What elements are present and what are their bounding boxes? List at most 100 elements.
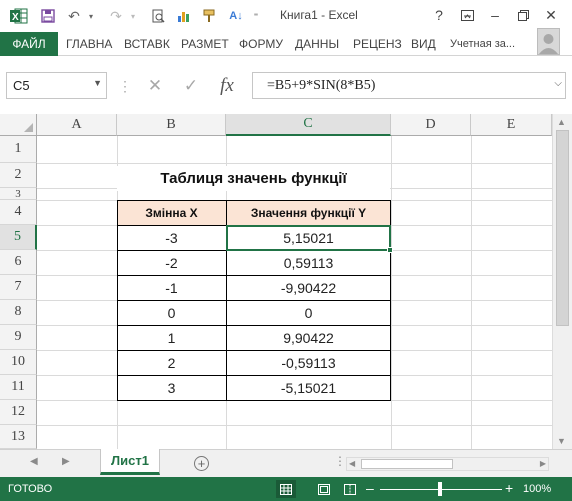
scroll-left-icon[interactable]: ◀ [349,459,355,468]
normal-view-icon[interactable] [276,480,296,498]
cell-b8[interactable]: 0 [117,300,226,325]
row-header-8[interactable]: 8 [0,300,37,325]
tab-page-layout[interactable]: РАЗМЕТ [181,32,229,56]
table-border [117,275,391,276]
customize-toolbar-icon[interactable]: ⁼ [250,6,262,26]
cell-c6[interactable]: 0,59113 [226,250,391,275]
cell-b5[interactable]: -3 [117,225,226,250]
window-title: Книга1 - Excel [280,8,358,22]
name-box-dropdown-icon[interactable]: ▼ [93,78,102,88]
formula-bar: C5 ▼ ⋮ ✕ ✓ fx =B5+9*SIN(8*B5) ⌵ [0,56,572,114]
column-header-b[interactable]: B [117,114,226,136]
cell-b9[interactable]: 1 [117,325,226,350]
row-header-9[interactable]: 9 [0,325,37,350]
sort-icon[interactable]: A↓ [226,6,246,26]
cancel-entry-icon[interactable]: ✕ [139,72,171,99]
print-preview-icon[interactable] [148,6,168,26]
cell-c8[interactable]: 0 [226,300,391,325]
next-sheet-icon[interactable]: ▶ [62,456,70,467]
gridline [37,400,552,401]
column-header-c[interactable]: C [226,114,391,136]
cell-c5[interactable]: 5,15021 [226,225,391,250]
table-border [117,350,391,351]
tab-view[interactable]: ВИД [411,32,436,56]
cell-c7[interactable]: -9,90422 [226,275,391,300]
minimize-icon[interactable]: – [484,5,506,25]
column-header-d[interactable]: D [391,114,471,136]
prev-sheet-icon[interactable]: ◀ [30,456,38,467]
row-header-13[interactable]: 13 [0,425,37,449]
undo-icon[interactable]: ↶ [64,6,84,26]
redo-icon[interactable]: ↷ [106,6,126,26]
ribbon-tab-row: ФАЙЛ ГЛАВНА ВСТАВК РАЗМЕТ ФОРМУ ДАННЫ РЕ… [0,28,572,56]
vertical-scrollbar[interactable]: ▲ ▼ [552,114,572,449]
tab-file[interactable]: ФАЙЛ [0,32,58,56]
row-header-3[interactable]: 3 [0,188,37,200]
fill-handle[interactable] [387,247,393,253]
column-header-a[interactable]: A [37,114,117,136]
page-layout-view-icon[interactable] [314,480,334,498]
row-header-2[interactable]: 2 [0,163,37,188]
cell-c11[interactable]: -5,15021 [226,375,391,400]
chart-icon[interactable] [174,6,194,26]
cell-c9[interactable]: 9,90422 [226,325,391,350]
cell-b11[interactable]: 3 [117,375,226,400]
zoom-out-icon[interactable]: – [366,480,374,496]
row-header-10[interactable]: 10 [0,350,37,375]
row-header-7[interactable]: 7 [0,275,37,300]
user-avatar-icon[interactable] [537,28,560,55]
tab-data[interactable]: ДАННЫ [295,32,339,56]
add-sheet-icon[interactable]: + [194,456,209,471]
formula-input[interactable]: =B5+9*SIN(8*B5) ⌵ [252,72,566,99]
tab-formulas[interactable]: ФОРМУ [239,32,283,56]
cell-b10[interactable]: 2 [117,350,226,375]
row-header-5[interactable]: 5 [0,225,37,250]
maximize-icon[interactable] [512,5,534,25]
account-name[interactable]: Учетная за... [450,32,515,56]
insert-function-button[interactable]: fx [211,72,243,99]
formula-bar-grip-icon: ⋮ [118,78,132,94]
save-icon[interactable] [38,6,58,26]
tab-split-icon[interactable]: ⋮ [334,454,346,468]
ribbon-display-icon[interactable] [456,5,478,25]
format-painter-icon[interactable] [200,6,220,26]
select-all-button[interactable] [0,114,37,136]
help-icon[interactable]: ? [428,5,450,25]
expand-formula-bar-icon[interactable]: ⌵ [554,78,562,89]
zoom-level[interactable]: 100% [523,483,551,495]
row-header-12[interactable]: 12 [0,400,37,425]
header-cell-x[interactable]: Змінна X [117,200,226,225]
title-bar: X ↶ ▾ ↷ ▾ A↓ ⁼ Книга1 - Excel ? – ✕ [0,0,572,32]
table-border [117,250,391,251]
scroll-right-icon[interactable]: ▶ [540,459,546,468]
confirm-entry-icon[interactable]: ✓ [175,72,207,99]
horizontal-scrollbar[interactable]: ◀ ▶ [346,457,549,471]
scroll-up-icon[interactable]: ▲ [557,117,566,127]
zoom-slider-thumb[interactable] [438,482,442,496]
redo-dropdown-icon[interactable]: ▾ [128,6,138,26]
table-border [117,225,391,226]
worksheet-grid[interactable]: A B C D E 1 2 3 4 5 6 7 8 9 10 11 12 13 … [0,114,552,449]
undo-dropdown-icon[interactable]: ▾ [86,6,96,26]
tab-review[interactable]: РЕЦЕНЗ [353,32,402,56]
header-cell-y[interactable]: Значення функції Y [226,200,391,225]
page-break-view-icon[interactable] [340,480,360,498]
row-header-4[interactable]: 4 [0,200,37,225]
row-header-11[interactable]: 11 [0,375,37,400]
vertical-scroll-thumb[interactable] [556,130,569,326]
zoom-in-icon[interactable]: + [505,480,513,496]
cell-b7[interactable]: -1 [117,275,226,300]
tab-insert[interactable]: ВСТАВК [124,32,170,56]
column-header-e[interactable]: E [471,114,552,136]
table-title[interactable]: Таблиця значень функції [117,166,390,191]
name-box[interactable]: C5 ▼ [6,72,107,99]
cell-b6[interactable]: -2 [117,250,226,275]
horizontal-scroll-thumb[interactable] [361,459,453,469]
row-header-1[interactable]: 1 [0,136,37,163]
sheet-tab-active[interactable]: Лист1 [100,449,160,475]
row-header-6[interactable]: 6 [0,250,37,275]
scroll-down-icon[interactable]: ▼ [557,436,566,446]
cell-c10[interactable]: -0,59113 [226,350,391,375]
close-icon[interactable]: ✕ [540,5,562,25]
tab-home[interactable]: ГЛАВНА [66,32,112,56]
